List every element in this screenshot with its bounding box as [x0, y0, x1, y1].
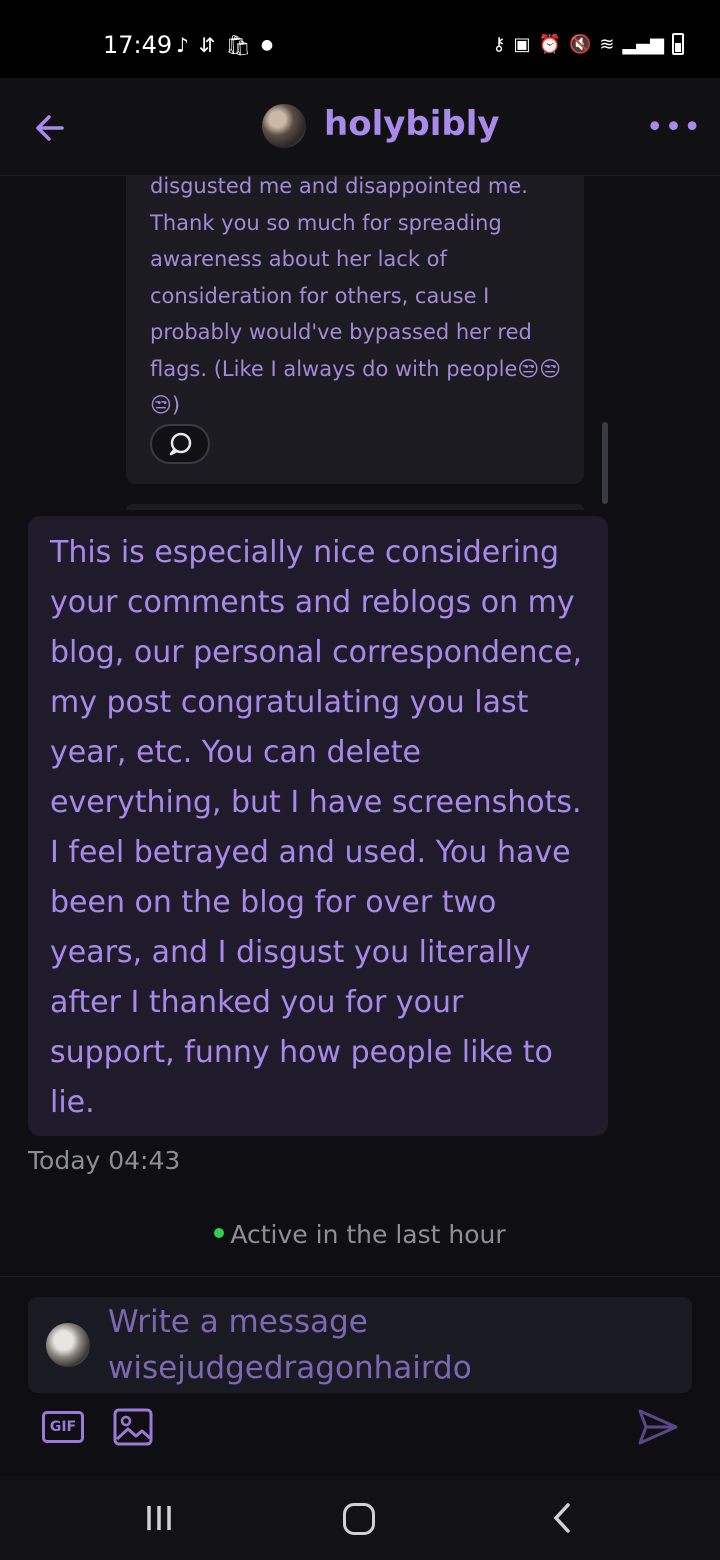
signal-icon: ▂▄▆ [622, 33, 664, 55]
conversation-title[interactable]: holybibly [324, 104, 500, 144]
system-nav-bar [0, 1476, 720, 1560]
presence-status: Active in the last hour [0, 1220, 720, 1249]
chevron-left-icon [553, 1503, 570, 1533]
message-timestamp: Today 04:43 [28, 1146, 181, 1175]
online-dot-icon [214, 1228, 225, 1238]
dot-icon: ● [260, 37, 274, 53]
recent-apps-button[interactable] [145, 1504, 173, 1532]
alarm-icon: ⏰ [538, 33, 561, 55]
message-bubble[interactable]: This is especially nice considering your… [28, 516, 608, 1136]
key-icon: ⚷ [492, 33, 506, 55]
presence-text: Active in the last hour [230, 1220, 506, 1249]
battery-icon [672, 33, 684, 55]
wifi-icon: ≋ [599, 33, 615, 55]
avatar [46, 1323, 90, 1367]
more-button[interactable]: ••• [646, 110, 702, 145]
send-icon [638, 1409, 678, 1445]
message-text: This is especially nice considering your… [50, 535, 583, 1120]
home-button[interactable] [343, 1503, 375, 1535]
lock-icon: ▣ [513, 33, 531, 55]
mute-icon: 🔇 [568, 33, 592, 55]
image-button[interactable] [112, 1407, 154, 1447]
arrow-left-icon [36, 115, 64, 141]
gif-button[interactable]: GIF [42, 1411, 84, 1443]
tiktok-icon: ♪ [176, 33, 189, 57]
next-post-edge [126, 504, 584, 510]
quoted-post-card[interactable]: disgusted me and disappointed me. Thank … [126, 176, 584, 484]
conversation-header: holybibly ••• [0, 78, 720, 176]
shopping-bag-icon: 🛍 [225, 33, 251, 57]
image-icon [113, 1408, 153, 1446]
message-input[interactable] [108, 1299, 668, 1391]
message-input-box[interactable] [28, 1297, 692, 1393]
quoted-post-text: disgusted me and disappointed me. Thank … [150, 176, 562, 417]
chat-area[interactable]: disgusted me and disappointed me. Thank … [0, 176, 720, 1276]
comment-button[interactable] [150, 424, 210, 464]
nav-back-button[interactable] [548, 1502, 578, 1534]
composer: GIF [0, 1276, 720, 1476]
send-button[interactable] [636, 1407, 680, 1447]
sync-icon: ⇵ [198, 33, 216, 57]
recent-apps-icon [147, 1506, 171, 1530]
status-bar: 17:49 ♪ ⇵ 🛍 ● ⚷ ▣ ⏰ 🔇 ≋ ▂▄▆ [0, 0, 720, 78]
back-button[interactable] [30, 108, 70, 148]
avatar[interactable] [262, 104, 306, 148]
comment-bubble-icon [169, 432, 192, 456]
status-time: 17:49 [103, 31, 173, 59]
scrollbar[interactable] [602, 422, 608, 504]
